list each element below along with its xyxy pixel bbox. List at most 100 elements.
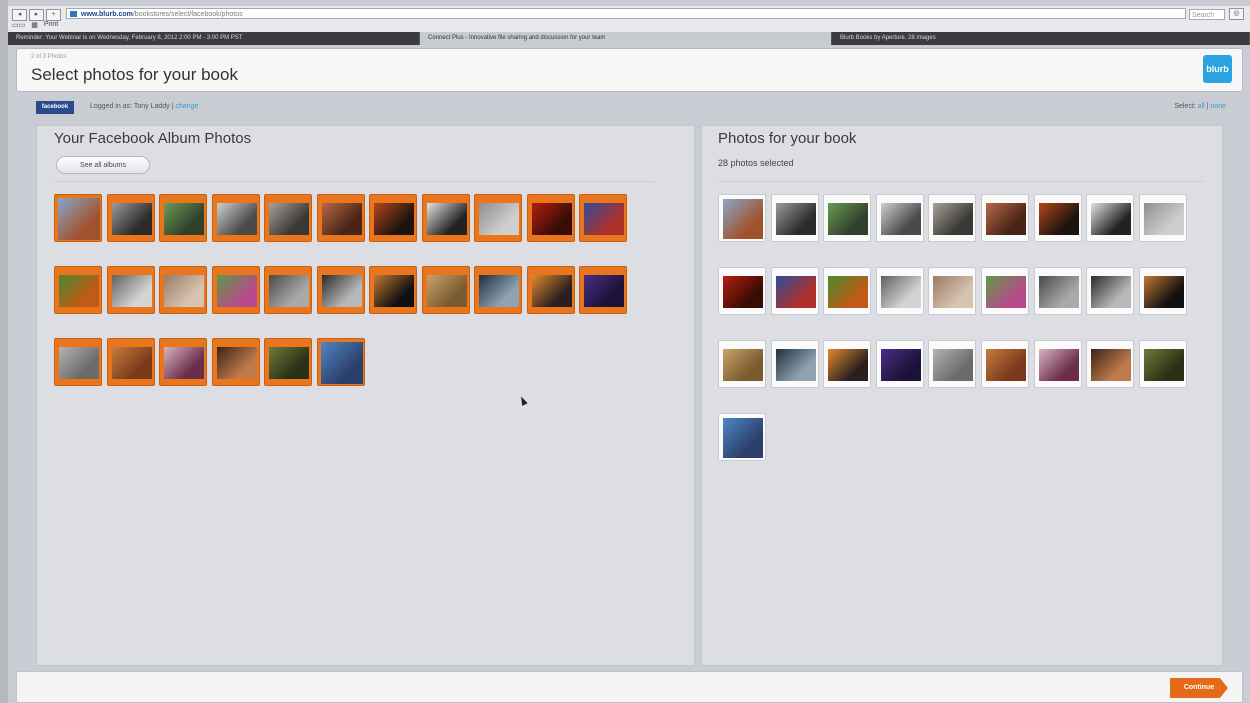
photo-image (584, 203, 624, 235)
photo-thumbnail-hand-crafts[interactable] (159, 266, 207, 314)
photo-thumbnail-pink-figures[interactable] (1033, 340, 1082, 388)
photo-thumbnail-bw-machine[interactable] (106, 194, 155, 242)
photo-image (1091, 276, 1132, 308)
photo-image (320, 342, 363, 384)
photo-image (775, 276, 816, 308)
select-none-link[interactable]: none (1210, 103, 1226, 110)
see-all-albums-button[interactable]: See all albums (56, 156, 150, 174)
change-account-link[interactable]: change (175, 103, 198, 110)
photo-image (723, 199, 763, 239)
grid-icon[interactable]: ▦ (31, 21, 38, 29)
select-all-link[interactable]: all (1198, 103, 1205, 110)
add-tab-icon[interactable]: + (46, 9, 61, 21)
photo-image (59, 347, 99, 379)
photo-thumbnail-copper-pattern[interactable] (316, 194, 365, 242)
photo-thumbnail-wood-grain[interactable] (718, 340, 766, 388)
photo-thumbnail-toy-colorful[interactable] (981, 267, 1029, 315)
photo-thumbnail-purple-sky[interactable] (875, 340, 924, 388)
photo-image (723, 349, 763, 381)
browser-tab-1[interactable]: Reminder: Your Webinar is on Wednesday, … (8, 32, 420, 45)
facebook-badge: facebook (36, 101, 74, 114)
photo-thumbnail-copper-cups[interactable] (981, 340, 1029, 388)
photo-thumbnail-silver-device[interactable] (875, 194, 924, 242)
photo-thumbnail-figure-blue[interactable] (54, 194, 102, 242)
photo-thumbnail-green-leaf[interactable] (159, 194, 207, 242)
photo-thumbnail-fish-dark[interactable] (369, 266, 417, 314)
photo-thumbnail-bw-lines[interactable] (106, 266, 155, 314)
photo-thumbnail-dark-texture[interactable] (264, 194, 312, 242)
photo-thumbnail-bird-dark[interactable] (211, 338, 260, 386)
photo-thumbnail-sunset[interactable] (823, 340, 872, 388)
photo-thumbnail-green-field[interactable] (264, 338, 312, 386)
photo-thumbnail-bw-portrait[interactable] (264, 266, 312, 314)
photo-thumbnail-dark-machine[interactable] (316, 266, 365, 314)
photo-thumbnail-green-field[interactable] (1138, 340, 1187, 388)
photo-thumbnail-red-bowl[interactable] (526, 194, 575, 242)
photo-thumbnail-bw-lines[interactable] (875, 267, 924, 315)
photo-image (374, 203, 414, 235)
photo-image (58, 198, 100, 240)
back-icon[interactable]: ◂ (12, 9, 27, 21)
address-bar[interactable]: www.blurb.com/bookstores/select/facebook… (66, 8, 1186, 19)
bookmark-print[interactable]: Print (44, 21, 58, 29)
photo-image (1091, 203, 1132, 235)
page-header: 2 of 3 Photos Select photos for your boo… (16, 48, 1243, 92)
forward-icon[interactable]: ▸ (29, 9, 44, 21)
photo-thumbnail-bw-gears[interactable] (1138, 194, 1187, 242)
photo-thumbnail-purple-sky[interactable] (579, 266, 627, 314)
photo-image (723, 418, 763, 458)
photo-thumbnail-dark-machine[interactable] (1086, 267, 1135, 315)
photo-thumbnail-robot-sky[interactable] (316, 338, 365, 386)
photo-thumbnail-silver-device[interactable] (211, 194, 260, 242)
photo-image (321, 275, 362, 307)
photo-thumbnail-wood-grain[interactable] (421, 266, 470, 314)
photo-image (479, 275, 519, 307)
photo-thumbnail-fish-dark[interactable] (1138, 267, 1187, 315)
photo-thumbnail-hand-crafts[interactable] (928, 267, 977, 315)
photo-thumbnail-lamp-white[interactable] (421, 194, 470, 242)
photo-thumbnail-grey-rocks[interactable] (928, 340, 977, 388)
photo-thumbnail-copper-pattern[interactable] (981, 194, 1029, 242)
photo-thumbnail-fire-dark[interactable] (369, 194, 417, 242)
photo-image (986, 276, 1026, 308)
photo-thumbnail-sunset[interactable] (526, 266, 575, 314)
photo-thumbnail-green-flower[interactable] (54, 266, 102, 314)
photo-thumbnail-bird-dark[interactable] (1086, 340, 1135, 388)
photo-thumbnail-green-leaf[interactable] (823, 194, 872, 242)
browser-tab-3[interactable]: Blurb Books by Aperture, 28 images (832, 32, 1250, 45)
bookmarks-icon[interactable]: ▭▭ (12, 21, 25, 29)
photo-thumbnail-blue-car[interactable] (579, 194, 627, 242)
bookmarks-bar: ▭▭ ▦ Print (12, 21, 58, 29)
photo-thumbnail-green-flower[interactable] (823, 267, 872, 315)
photo-thumbnail-fire-dark[interactable] (1033, 194, 1082, 242)
photo-image (1091, 349, 1132, 381)
photo-thumbnail-robot-sky[interactable] (718, 413, 766, 461)
facebook-photos-title: Your Facebook Album Photos (54, 130, 252, 147)
photo-thumbnail-dark-texture[interactable] (928, 194, 977, 242)
select-controls: Select: all | none (1174, 101, 1226, 113)
photo-thumbnail-bw-portrait[interactable] (1033, 267, 1082, 315)
photo-image (269, 275, 309, 307)
url-domain: www.blurb.com (81, 11, 133, 18)
photo-thumbnail-red-bowl[interactable] (718, 267, 766, 315)
photo-thumbnail-pink-figures[interactable] (159, 338, 207, 386)
blurb-logo[interactable]: blurb (1203, 55, 1232, 83)
photo-image (164, 275, 204, 307)
browser-search-input[interactable]: Search (1189, 8, 1225, 20)
photo-thumbnail-toy-colorful[interactable] (211, 266, 260, 314)
photo-thumbnail-figure-blue[interactable] (718, 194, 766, 242)
photo-image (933, 349, 974, 381)
photo-thumbnail-night-river[interactable] (474, 266, 522, 314)
photo-thumbnail-blue-car[interactable] (770, 267, 819, 315)
browser-tab-2[interactable]: Connect Plus - Innovative file sharing a… (420, 32, 832, 45)
photo-thumbnail-bw-machine[interactable] (770, 194, 819, 242)
photo-thumbnail-grey-rocks[interactable] (54, 338, 102, 386)
photo-image (374, 275, 414, 307)
photo-thumbnail-night-river[interactable] (770, 340, 819, 388)
continue-button[interactable]: Continue (1170, 678, 1228, 698)
reader-icon[interactable]: ◎ (1229, 8, 1244, 20)
photo-thumbnail-bw-gears[interactable] (474, 194, 522, 242)
photo-thumbnail-lamp-white[interactable] (1086, 194, 1135, 242)
photo-thumbnail-copper-cups[interactable] (106, 338, 155, 386)
favicon-icon (70, 11, 77, 17)
